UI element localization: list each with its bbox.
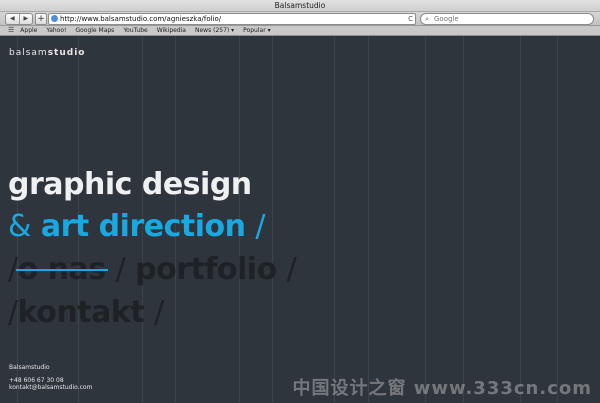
nav-row-2: /kontakt /	[8, 295, 164, 331]
grid-line	[272, 36, 273, 403]
footer-phone: +48 606 67 30 08	[9, 377, 64, 384]
slash-separator: /	[154, 295, 164, 330]
slash-separator: /	[115, 252, 126, 287]
ampersand: &	[8, 209, 31, 244]
grid-line	[520, 36, 521, 403]
grid-line	[425, 36, 426, 403]
browser-toolbar: ◀ ▶ + http://www.balsamstudio.com/agnies…	[0, 12, 600, 26]
bookmark-news[interactable]: News (257) ▾	[195, 26, 234, 35]
search-input[interactable]	[434, 14, 584, 24]
bookmark-youtube[interactable]: YouTube	[123, 26, 147, 35]
slash-separator: /	[255, 209, 266, 244]
bookmarks-icon[interactable]: ☰	[8, 26, 14, 35]
watermark: 中国设计之窗 www.333cn.com	[292, 378, 592, 399]
bookmarks-bar: ☰ Apple Yahoo! Google Maps YouTube Wikip…	[0, 26, 600, 36]
nav-link-o-nas[interactable]: o nas	[18, 252, 107, 287]
headline-graphic-design: graphic design	[8, 167, 252, 202]
address-bar[interactable]: http://www.balsamstudio.com/agnieszka/fo…	[48, 13, 416, 25]
url-text[interactable]: http://www.balsamstudio.com/agnieszka/fo…	[60, 14, 221, 24]
bookmark-wikipedia[interactable]: Wikipedia	[157, 26, 186, 35]
reload-icon[interactable]: C	[408, 14, 413, 24]
bookmark-apple[interactable]: Apple	[20, 26, 37, 35]
web-page: balsamstudio graphic design & art direct…	[0, 36, 600, 403]
nav-row-1: /o nas / portfolio /	[8, 252, 297, 288]
grid-line	[334, 36, 335, 403]
site-logo[interactable]: balsamstudio	[9, 48, 85, 58]
nav-buttons: ◀ ▶	[5, 13, 33, 25]
footer-company-name: Balsamstudio	[9, 364, 50, 371]
back-button[interactable]: ◀	[6, 14, 20, 24]
search-icon: ⌕	[425, 15, 429, 23]
slash-separator: /	[286, 252, 297, 287]
footer-email[interactable]: kontakt@balsamstudio.com	[9, 384, 92, 391]
slash-separator: /	[8, 295, 18, 330]
grid-line	[463, 36, 464, 403]
headline-art-direction: & art direction /	[8, 209, 266, 245]
art-direction-text: art direction	[40, 209, 246, 244]
site-icon	[51, 15, 58, 22]
grid-line	[368, 36, 369, 403]
nav-link-portfolio[interactable]: portfolio	[135, 252, 277, 287]
nav-link-kontakt[interactable]: kontakt	[18, 295, 145, 330]
window-title: Balsamstudio	[274, 1, 326, 10]
add-bookmark-button[interactable]: +	[35, 13, 47, 25]
grid-line	[557, 36, 558, 403]
search-box[interactable]: ⌕	[420, 13, 594, 25]
logo-bold: studio	[47, 48, 86, 58]
bookmark-yahoo[interactable]: Yahoo!	[46, 26, 66, 35]
forward-button[interactable]: ▶	[20, 14, 33, 24]
bookmark-popular[interactable]: Popular ▾	[243, 26, 270, 35]
window-titlebar: Balsamstudio	[0, 0, 600, 12]
bookmark-google-maps[interactable]: Google Maps	[75, 26, 114, 35]
logo-light: balsam	[9, 48, 48, 58]
